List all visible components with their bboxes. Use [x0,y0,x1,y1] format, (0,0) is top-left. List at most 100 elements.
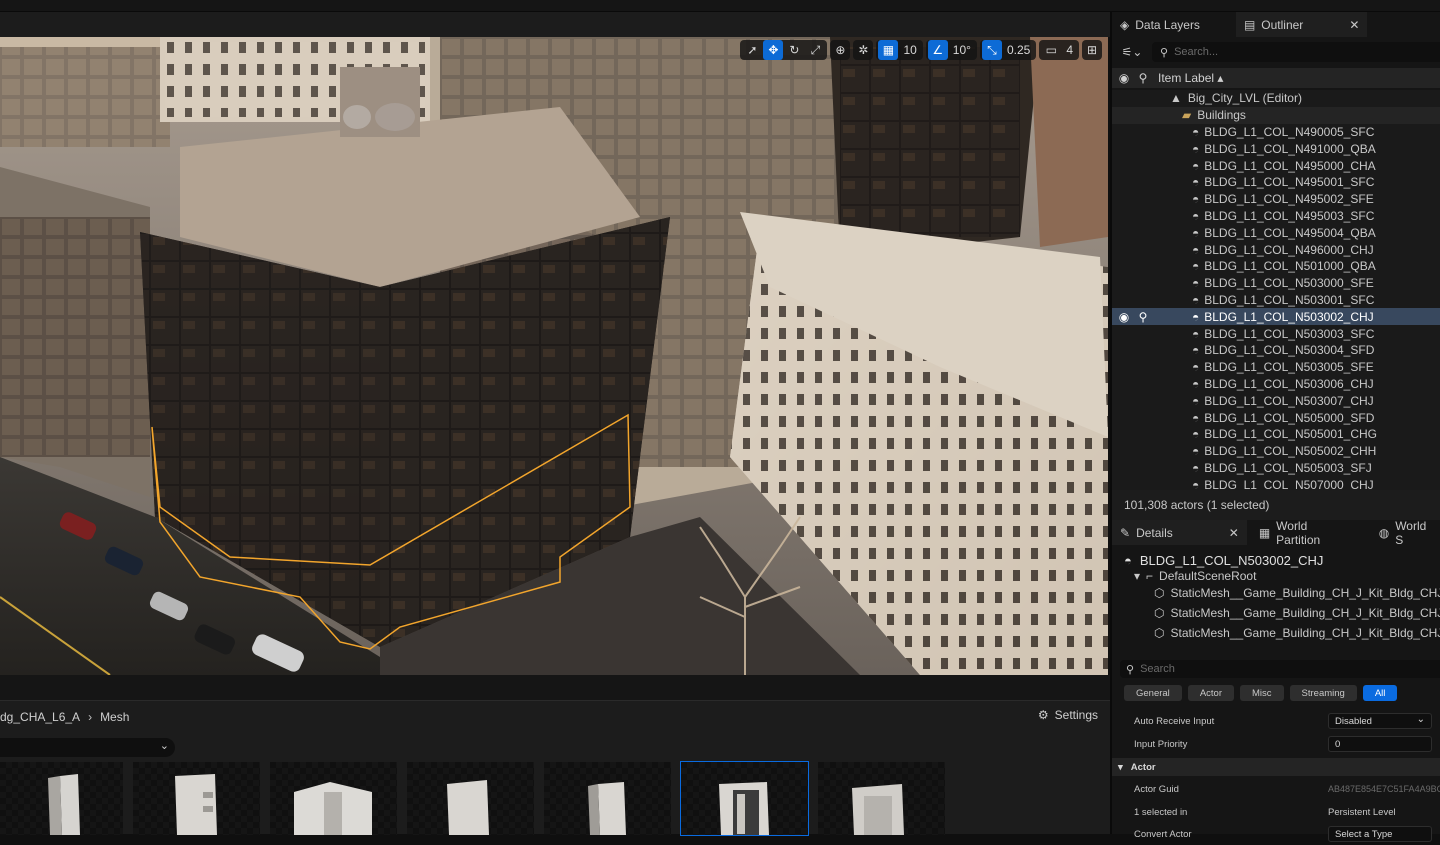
asset-tile[interactable] [270,762,397,835]
static-mesh-component-icon: ⬡ [1154,586,1165,600]
rotate-snap-value[interactable]: 10° [949,43,975,57]
outliner-row[interactable]: ◓ BLDG_L1_COL_N495000_CHA [1112,157,1440,174]
camera-speed-group[interactable]: ▭ 4 [1039,40,1079,60]
component-row-root[interactable]: ▾ ⌐ DefaultSceneRoot [1112,569,1440,583]
asset-tile[interactable] [133,762,260,835]
outliner-item: ◓ BLDG_L1_COL_N503004_SFD [1192,343,1374,357]
outliner-row[interactable]: ◓ BLDG_L1_COL_N505003_SFJ [1112,460,1440,477]
close-icon[interactable]: ✕ [1229,526,1239,540]
tab-outliner[interactable]: ▤ Outliner ✕ [1235,12,1368,37]
outliner-row[interactable]: ◓ BLDG_L1_COL_N503007_CHJ [1112,392,1440,409]
camera-icon[interactable]: ▭ [1041,40,1061,60]
outliner-row[interactable]: ◓ BLDG_L1_COL_N490005_SFC [1112,124,1440,141]
outliner-tab-row: ◈ Data Layers ▤ Outliner ✕ [1112,12,1440,37]
pin-icon[interactable]: ⚲ [1136,310,1150,324]
grid-snap-value[interactable]: 10 [899,43,920,57]
filter-streaming[interactable]: Streaming [1289,685,1357,701]
scale-tool-icon[interactable]: ⤢ [805,40,825,60]
breadcrumb-item[interactable]: Mesh [100,710,129,724]
outliner-row[interactable]: ◓ BLDG_L1_COL_N495001_SFC [1112,174,1440,191]
close-icon[interactable]: ✕ [1349,18,1359,32]
static-mesh-component-icon: ⬡ [1154,606,1165,620]
asset-tile[interactable] [407,762,534,835]
outliner-item-label: BLDG_L1_COL_N503004_SFD [1204,343,1375,358]
outliner-search-input[interactable]: ⚲ Search... [1152,42,1440,62]
select-tool-icon[interactable]: ➚ [742,40,762,60]
outliner-row[interactable]: ◓ BLDG_L1_COL_N495004_QBA [1112,224,1440,241]
outliner-item-label: BLDG_L1_COL_N503000_SFE [1204,276,1374,291]
breadcrumb-item[interactable]: dg_CHA_L6_A [0,710,80,724]
outliner-row[interactable]: ◓ BLDG_L1_COL_N495003_SFC [1112,208,1440,225]
outliner-row[interactable]: ◓ BLDG_L1_COL_N496000_CHJ [1112,241,1440,258]
outliner-row[interactable]: ◓ BLDG_L1_COL_N505001_CHG [1112,426,1440,443]
chevron-down-icon: ⌄ [159,740,169,752]
world-space-icon[interactable]: ⊕ [830,40,851,60]
static-mesh-icon: ◓ [1192,460,1200,475]
details-search-input[interactable]: ⚲ Search [1120,660,1440,678]
outliner-row[interactable]: ◓ BLDG_L1_COL_N505002_CHH [1112,443,1440,460]
component-row[interactable]: ⬡ StaticMesh__Game_Building_CH_J_Kit_Bld… [1112,623,1440,643]
outliner-row[interactable]: ◓ BLDG_L1_COL_N503000_SFE [1112,275,1440,292]
convert-actor-dropdown[interactable]: Select a Type [1328,826,1432,842]
scale-snap-value[interactable]: 0.25 [1003,43,1034,57]
rotate-tool-icon[interactable]: ↻ [784,40,804,60]
outliner-row[interactable]: ◓ BLDG_L1_COL_N505000_SFD [1112,409,1440,426]
scale-snap-icon[interactable]: ⤡ [981,40,1002,60]
outliner-item: ◓ BLDG_L1_COL_N503003_SFC [1192,327,1374,341]
asset-tile[interactable] [544,762,671,835]
outliner-row[interactable]: ◓ BLDG_L1_COL_N507000_CHJ [1112,476,1440,490]
static-mesh-icon: ◓ [1192,124,1200,139]
surface-snap-icon[interactable]: ✲ [853,40,874,60]
outliner-item: ◓ BLDG_L1_COL_N505001_CHG [1192,427,1377,441]
outliner-row-selected[interactable]: ◉ ⚲ ◓ BLDG_L1_COL_N503002_CHJ [1112,308,1440,326]
outliner-item-label: BLDG_L1_COL_N490005_SFC [1204,124,1375,139]
static-mesh-icon: ◓ [1192,477,1200,490]
outliner-row[interactable]: ◓ BLDG_L1_COL_N495002_SFE [1112,191,1440,208]
tab-world-partition[interactable]: ▦ World Partition [1251,519,1357,547]
asset-tile[interactable] [818,762,945,835]
auto-receive-input-dropdown[interactable]: Disabled ⌄ [1328,713,1432,729]
visibility-icon[interactable]: ◉ [1112,310,1136,324]
level-row[interactable]: ▲ Big_City_LVL (Editor) [1112,90,1440,107]
pin-icon[interactable]: ⚲ [1136,71,1150,85]
tab-details[interactable]: ✎ Details ✕ [1112,520,1247,545]
outliner-row[interactable]: ◓ BLDG_L1_COL_N503005_SFE [1112,359,1440,376]
tab-world-settings[interactable]: ◍ World S [1371,519,1440,547]
input-priority-field[interactable]: 0 [1328,736,1432,752]
outliner-row[interactable]: ◓ BLDG_L1_COL_N501000_QBA [1112,258,1440,275]
rotate-snap-group[interactable]: ∠ 10° [925,40,977,60]
settings-button[interactable]: ⚙ Settings [1038,708,1098,722]
outliner-row[interactable]: ◓ BLDG_L1_COL_N503003_SFC [1112,325,1440,342]
grid-snap-group[interactable]: ▦ 10 [876,40,923,60]
folder-row[interactable]: ▰ Buildings [1112,106,1440,124]
section-actor[interactable]: ▾ Actor [1112,758,1440,776]
gear-icon: ⚙ [1037,708,1049,722]
component-row[interactable]: ⬡ StaticMesh__Game_Building_CH_J_Kit_Bld… [1112,583,1440,603]
level-viewport[interactable]: ➚ ✥ ↻ ⤢ ⊕ ✲ ▦ 10 ∠ 10° ⤡ 0.25 ▭ 4 ⊞ [0,37,1108,675]
tab-data-layers[interactable]: ◈ Data Layers [1112,12,1208,37]
rotate-snap-icon[interactable]: ∠ [927,40,948,60]
filter-dropdown[interactable]: ⌄ [0,738,175,757]
camera-speed-value[interactable]: 4 [1062,43,1077,57]
world-partition-icon: ▦ [1258,525,1271,540]
grid-snap-icon[interactable]: ▦ [878,40,899,60]
prop-actor-guid: Actor Guid AB487E854E7C51FA4A9BC0 [1112,778,1440,800]
asset-tile-selected[interactable] [680,761,809,836]
component-row[interactable]: ⬡ StaticMesh__Game_Building_CH_J_Kit_Bld… [1112,603,1440,623]
outliner-row[interactable]: ◓ BLDG_L1_COL_N491000_QBA [1112,140,1440,157]
outliner-row[interactable]: ◓ BLDG_L1_COL_N503006_CHJ [1112,376,1440,393]
viewport-layout-icon[interactable]: ⊞ [1082,40,1102,60]
translate-tool-icon[interactable]: ✥ [763,40,784,60]
item-label-column[interactable]: Item Label ▴ [1158,71,1223,85]
outliner-row[interactable]: ◓ BLDG_L1_COL_N503004_SFD [1112,342,1440,359]
filter-icon[interactable]: ⚟⌄ [1112,45,1152,59]
outliner-row[interactable]: ◓ BLDG_L1_COL_N503001_SFC [1112,292,1440,309]
visibility-icon[interactable]: ◉ [1112,71,1136,85]
filter-general[interactable]: General [1124,685,1182,701]
asset-tile[interactable] [0,762,123,835]
outliner-item-label: BLDG_L1_COL_N495003_SFC [1204,208,1375,223]
filter-misc[interactable]: Misc [1240,685,1284,701]
filter-actor[interactable]: Actor [1187,685,1234,701]
filter-all[interactable]: All [1362,685,1398,701]
scale-snap-group[interactable]: ⤡ 0.25 [979,40,1037,60]
